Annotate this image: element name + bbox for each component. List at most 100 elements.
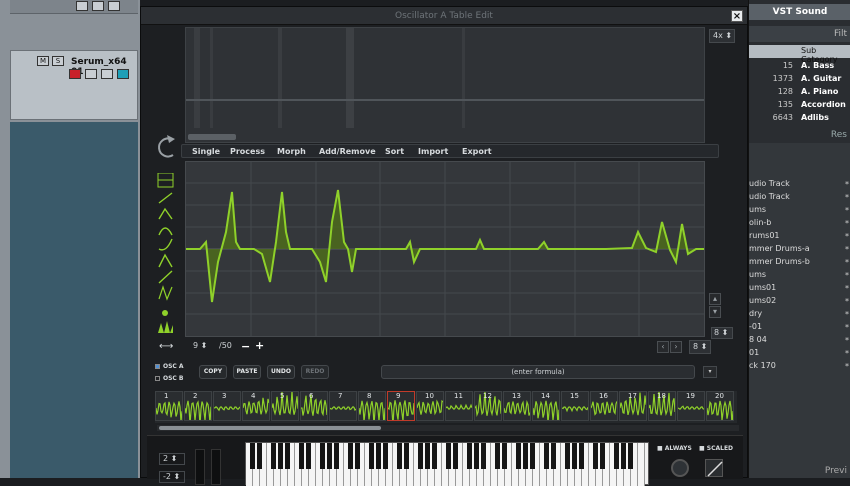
always-toggle[interactable]: ■ ALWAYS [657,445,692,452]
undo-button[interactable]: UNDO [267,365,295,379]
frame-thumbnail[interactable]: 18 [648,389,676,421]
star-icon[interactable]: * [845,193,849,202]
frame-number-field[interactable]: 9 ⬍ [193,341,217,355]
category-row[interactable]: 15 A. Bass [749,59,850,72]
black-key[interactable] [628,443,633,469]
waveform-editor[interactable] [185,161,705,337]
read-button-top[interactable] [108,1,120,11]
osc-b-option[interactable]: OSC B [155,375,184,382]
black-key[interactable] [481,443,486,469]
black-key[interactable] [516,443,521,469]
black-key[interactable] [530,443,535,469]
mute-button-top[interactable] [76,1,88,11]
monitor-button[interactable] [85,69,97,79]
close-button[interactable]: × [731,10,743,22]
result-row[interactable]: mmer Drums-a * [749,244,850,257]
black-key[interactable] [579,443,584,469]
rotate-icon[interactable] [157,133,177,163]
black-key[interactable] [425,443,430,469]
record-button[interactable] [69,69,81,79]
frame-thumbnail[interactable]: 14 [532,391,560,425]
black-key[interactable] [383,443,388,469]
black-key[interactable] [446,443,451,469]
result-row[interactable]: ck 170 * [749,361,850,374]
category-row[interactable]: 6643 Adlibs [749,111,850,124]
frame-thumbnail[interactable]: 2 [184,391,212,425]
black-key[interactable] [572,443,577,469]
frame-thumbnail[interactable]: 13 [503,391,531,421]
star-icon[interactable]: * [845,232,849,241]
result-row[interactable]: -01 * [749,322,850,335]
add-frame-button[interactable]: + [255,339,264,352]
category-row[interactable]: 135 Accordion [749,98,850,111]
star-icon[interactable]: * [845,362,849,371]
scroll-up-button[interactable]: ▴ [709,293,721,305]
zoom-select[interactable]: 4x ⬍ [709,29,735,43]
result-row[interactable]: 01 * [749,348,850,361]
result-row[interactable]: ums01 * [749,283,850,296]
star-icon[interactable]: * [845,219,849,228]
frame-thumbnail[interactable]: 15 [561,391,589,421]
octave-field[interactable]: 2 ⬍ [159,453,185,465]
black-key[interactable] [327,443,332,469]
menu-import[interactable]: Import [418,147,448,156]
formula-input[interactable]: (enter formula) [381,365,695,379]
black-key[interactable] [432,443,437,469]
black-key[interactable] [502,443,507,469]
wavetable-overview[interactable] [185,27,705,143]
frame-thumbnail[interactable]: 19 [677,391,705,421]
scroll-down-button[interactable]: ▾ [709,306,721,318]
velocity-knob[interactable] [671,459,689,477]
frame-thumbnail[interactable]: 17 [619,391,647,421]
redo-button[interactable]: REDO [301,365,329,379]
read-button[interactable] [101,69,113,79]
black-key[interactable] [621,443,626,469]
black-key[interactable] [285,443,290,469]
star-icon[interactable]: * [845,180,849,189]
frame-thumbnail[interactable]: 6 [300,391,328,421]
frame-thumbnail[interactable]: 4 [242,391,270,421]
black-key[interactable] [376,443,381,469]
pitch-wheel[interactable] [195,449,205,485]
black-key[interactable] [551,443,556,469]
next-frame-button[interactable]: › [670,341,682,353]
result-row[interactable]: udio Track * [749,179,850,192]
frame-thumbnail[interactable]: 9 [387,391,415,426]
black-key[interactable] [467,443,472,469]
result-row[interactable]: 8 04 * [749,335,850,348]
frame-thumbnail[interactable]: 3 [213,391,241,421]
star-icon[interactable]: * [845,323,849,332]
category-row[interactable]: 128 A. Piano [749,85,850,98]
instrument-button[interactable] [117,69,129,79]
vst-column-header[interactable]: Sub Category [749,45,850,64]
star-icon[interactable]: * [845,271,849,280]
width-arrows-icon[interactable]: ⟷ [159,341,173,352]
black-key[interactable] [565,443,570,469]
vst-filter-bar[interactable]: Filt [749,26,850,42]
frame-thumbnail[interactable]: 12 [474,391,502,421]
black-key[interactable] [404,443,409,469]
mod-wheel[interactable] [211,449,221,485]
black-key[interactable] [355,443,360,469]
black-key[interactable] [369,443,374,469]
star-icon[interactable]: * [845,284,849,293]
scaled-toggle[interactable]: ■ SCALED [699,445,733,452]
black-key[interactable] [348,443,353,469]
osc-a-option[interactable]: OSC A [155,363,184,370]
curve-icon[interactable] [705,459,723,477]
frame-thumbnail[interactable]: 1 [155,391,183,422]
star-icon[interactable]: * [845,297,849,306]
monitor-button-top[interactable] [92,1,104,11]
star-icon[interactable]: * [845,206,849,215]
star-icon[interactable]: * [845,349,849,358]
black-key[interactable] [257,443,262,469]
white-key[interactable] [638,443,645,486]
black-key[interactable] [614,443,619,469]
black-key[interactable] [299,443,304,469]
mute-button[interactable]: M [37,56,49,66]
black-key[interactable] [334,443,339,469]
menu-process[interactable]: Process [230,147,265,156]
black-key[interactable] [593,443,598,469]
frame-step-select[interactable]: 8 ⬍ [689,340,711,354]
black-key[interactable] [397,443,402,469]
